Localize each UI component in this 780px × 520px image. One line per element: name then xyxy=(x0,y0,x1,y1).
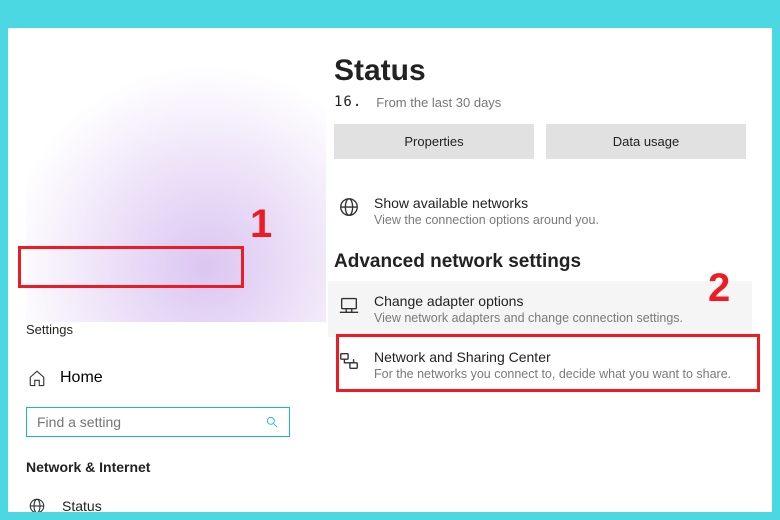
home-label: Home xyxy=(60,369,103,387)
link-desc: View network adapters and change connect… xyxy=(374,311,683,325)
annotation-marker-1: 1 xyxy=(250,202,272,247)
sidebar-item-status[interactable]: Status xyxy=(26,485,290,512)
annotation-marker-2: 2 xyxy=(708,266,730,311)
home-icon xyxy=(28,369,46,387)
link-desc: View the connection options around you. xyxy=(374,213,599,227)
properties-button[interactable]: Properties xyxy=(334,124,534,159)
settings-window: Settings Home Network & Internet Status xyxy=(8,28,772,512)
annotation-box-2 xyxy=(336,334,760,392)
status-row: 16. From the last 30 days xyxy=(334,94,746,110)
page-title: Status xyxy=(334,54,746,88)
annotation-box-1 xyxy=(18,246,244,288)
home-nav[interactable]: Home xyxy=(26,365,290,391)
section-label: Network & Internet xyxy=(26,459,290,475)
search-icon xyxy=(265,415,279,429)
main-content: Status 16. From the last 30 days Propert… xyxy=(308,28,772,512)
change-adapter-options[interactable]: Change adapter options View network adap… xyxy=(328,281,752,337)
advanced-heading: Advanced network settings xyxy=(334,251,746,273)
globe-icon xyxy=(338,196,360,218)
status-subtext: From the last 30 days xyxy=(376,95,501,110)
link-title: Show available networks xyxy=(374,195,599,211)
search-input[interactable] xyxy=(37,414,265,430)
data-usage-button[interactable]: Data usage xyxy=(546,124,746,159)
network-strength-icon: 16. xyxy=(334,94,362,110)
globe-icon xyxy=(28,497,46,512)
link-text: Change adapter options View network adap… xyxy=(374,293,683,325)
show-available-networks[interactable]: Show available networks View the connect… xyxy=(334,183,746,239)
nav-label: Status xyxy=(62,498,102,512)
link-text: Show available networks View the connect… xyxy=(374,195,599,227)
link-title: Change adapter options xyxy=(374,293,683,309)
search-box[interactable] xyxy=(26,407,290,437)
adapter-icon xyxy=(338,294,360,316)
status-buttons: Properties Data usage xyxy=(334,124,746,159)
app-title: Settings xyxy=(26,322,290,337)
